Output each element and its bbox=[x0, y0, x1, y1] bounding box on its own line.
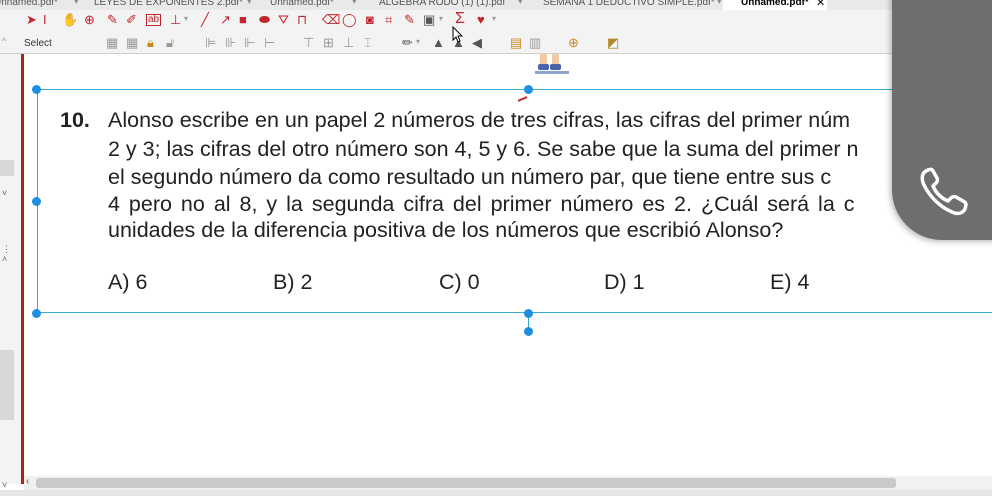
mouse-cursor-icon bbox=[452, 26, 464, 43]
sigma-icon[interactable]: Σ bbox=[455, 11, 465, 27]
align-bottom-icon[interactable]: ⊥ bbox=[343, 36, 354, 49]
image-properties-icon[interactable]: ◩ bbox=[607, 36, 619, 49]
cartoon-feet-image bbox=[535, 54, 569, 74]
dropdown-icon[interactable]: ▾ bbox=[492, 15, 496, 23]
question-line: unidades de la diferencia positiva de lo… bbox=[108, 218, 784, 242]
phone-icon[interactable] bbox=[916, 163, 972, 219]
properties-toolbar: ^ Select ▦ ▦ 🔒︎ 🔓︎ ⊫ ⊪ ⊩ ⊢ ⊤ ⊞ ⊥ ⌶ ✏ ▾ ▲… bbox=[0, 34, 992, 54]
camera-icon[interactable]: ◙ bbox=[366, 13, 374, 26]
thumbnail-block[interactable] bbox=[0, 350, 14, 420]
tab-semana-deductivo[interactable]: SEMANA 1 DEDUCTIVO SIMPLE.pdf* bbox=[543, 0, 715, 10]
question-line: 4 pero no al 8, y la segunda cifra del p… bbox=[108, 192, 855, 216]
page-margin-line bbox=[21, 54, 24, 484]
select-arrow-icon[interactable]: ➤ bbox=[26, 13, 37, 26]
brush-icon[interactable]: ✎ bbox=[404, 13, 415, 26]
tab-algebra-rodo[interactable]: ALGEBRA RODO (1) (1).pdf bbox=[379, 0, 505, 10]
group-icon[interactable]: ▦ bbox=[106, 36, 118, 49]
tab-menu-icon[interactable]: ▾ bbox=[247, 0, 252, 7]
copy-icon[interactable]: ▤ bbox=[510, 36, 522, 49]
text-box-icon[interactable]: ab bbox=[146, 14, 162, 26]
stamp-icon[interactable]: ⊥ bbox=[170, 13, 181, 26]
status-bar bbox=[0, 490, 992, 496]
tab-menu-icon[interactable]: ▾ bbox=[717, 0, 722, 7]
tab-menu-icon[interactable]: ▾ bbox=[74, 0, 79, 7]
resize-handle[interactable] bbox=[32, 85, 41, 94]
eraser-icon[interactable]: ⌫ bbox=[322, 13, 340, 26]
question-line: Alonso escribe en un papel 2 números de … bbox=[108, 108, 851, 132]
tab-unnamed-1[interactable]: Unnamed.pdf* bbox=[0, 0, 58, 10]
dropdown-icon[interactable]: ▾ bbox=[439, 15, 443, 23]
align-middle-icon[interactable]: ⊞ bbox=[323, 36, 334, 49]
resize-handle[interactable] bbox=[32, 197, 41, 206]
chevron-up-icon[interactable]: ˄ bbox=[2, 254, 7, 264]
collapse-icon[interactable]: ^ bbox=[2, 37, 6, 46]
tab-menu-icon[interactable]: ▾ bbox=[352, 0, 357, 7]
close-tab-icon[interactable]: ✕ bbox=[816, 0, 825, 9]
align-center-icon[interactable]: ⊪ bbox=[225, 36, 236, 49]
question-line: 2 y 3; las cifras del otro número son 4,… bbox=[108, 137, 859, 161]
chevron-down-icon[interactable]: ˅ bbox=[2, 188, 7, 198]
pan-icon[interactable]: ✋ bbox=[62, 13, 78, 26]
polygon-icon[interactable]: ⛛ bbox=[278, 13, 289, 26]
tab-menu-icon[interactable]: ▾ bbox=[518, 0, 523, 7]
select-text-icon[interactable]: I bbox=[43, 13, 47, 26]
lasso-icon[interactable]: ◯ bbox=[342, 13, 357, 26]
fill-color-icon[interactable]: ▲ bbox=[432, 36, 445, 49]
distribute-icon[interactable]: ⊢ bbox=[264, 36, 275, 49]
horizontal-scrollbar[interactable]: ‹ bbox=[24, 476, 992, 490]
line-width-icon[interactable]: ◀ bbox=[472, 36, 482, 49]
unlock-icon[interactable]: 🔓︎ bbox=[166, 36, 174, 49]
option-d: D) 1 bbox=[604, 270, 645, 294]
select-label: Select bbox=[24, 38, 52, 49]
scrollbar-thumb[interactable] bbox=[36, 478, 896, 488]
distribute-vertical-icon[interactable]: ⌶ bbox=[364, 36, 372, 49]
resize-handle[interactable] bbox=[32, 309, 41, 318]
paste-icon[interactable]: ▥ bbox=[529, 36, 541, 49]
option-e: E) 4 bbox=[770, 270, 810, 294]
ellipse-icon[interactable]: ⬬ bbox=[259, 13, 270, 26]
question-number: 10. bbox=[60, 108, 90, 132]
line-color-icon[interactable]: ✏ bbox=[402, 36, 413, 49]
resize-handle[interactable] bbox=[524, 85, 533, 94]
align-left-icon[interactable]: ⊫ bbox=[205, 36, 216, 49]
align-top-icon[interactable]: ⊤ bbox=[303, 36, 314, 49]
tab-unnamed-active[interactable]: Unnamed.pdf* bbox=[723, 0, 827, 10]
crop-icon[interactable]: ⌗ bbox=[385, 13, 392, 26]
dropdown-icon[interactable]: ▾ bbox=[184, 15, 188, 23]
pen-icon[interactable]: ✎ bbox=[107, 13, 118, 26]
scroll-left-icon[interactable]: ‹ bbox=[26, 476, 29, 487]
rectangle-icon[interactable]: ■ bbox=[239, 13, 247, 26]
chevron-down-icon[interactable]: ˅ bbox=[2, 480, 7, 490]
option-a: A) 6 bbox=[108, 270, 148, 294]
option-b: B) 2 bbox=[273, 270, 313, 294]
arrow-icon[interactable]: ↗ bbox=[220, 13, 231, 26]
option-c: C) 0 bbox=[439, 270, 480, 294]
ungroup-icon[interactable]: ▦ bbox=[126, 36, 138, 49]
tab-leyes-exponentes[interactable]: LEYES DE EXPONENTES 2.pdf* bbox=[94, 0, 243, 10]
highlight-icon[interactable]: ✐ bbox=[126, 13, 137, 26]
image-icon[interactable]: ▣ bbox=[423, 13, 435, 26]
rotate-handle[interactable] bbox=[524, 327, 533, 336]
annotation-toolbar: ➤ I ✋ ⊕ ✎ ✐ ab ⊥ ▾ ╱ ↗ ■ ⬬ ⛛ ⊓ ⌫ ◯ ◙ ⌗ ✎… bbox=[0, 10, 992, 34]
dropdown-icon[interactable]: ▾ bbox=[416, 38, 420, 46]
align-right-icon[interactable]: ⊩ bbox=[244, 36, 255, 49]
thumbnail-block[interactable] bbox=[0, 160, 14, 176]
zoom-icon[interactable]: ⊕ bbox=[84, 13, 95, 26]
line-icon[interactable]: ╱ bbox=[201, 13, 209, 26]
add-icon[interactable]: ⊕ bbox=[568, 36, 579, 49]
measure-icon[interactable]: ⊓ bbox=[297, 13, 307, 26]
heart-icon[interactable]: ♥ bbox=[477, 13, 485, 26]
question-line: el segundo número da como resultado un n… bbox=[108, 165, 832, 189]
tab-unnamed-2[interactable]: Unnamed.pdf* bbox=[270, 0, 334, 10]
resize-handle[interactable] bbox=[524, 309, 533, 318]
lock-icon[interactable]: 🔒︎ bbox=[147, 36, 154, 49]
tab-bar: Unnamed.pdf* ▾ LEYES DE EXPONENTES 2.pdf… bbox=[0, 0, 992, 10]
